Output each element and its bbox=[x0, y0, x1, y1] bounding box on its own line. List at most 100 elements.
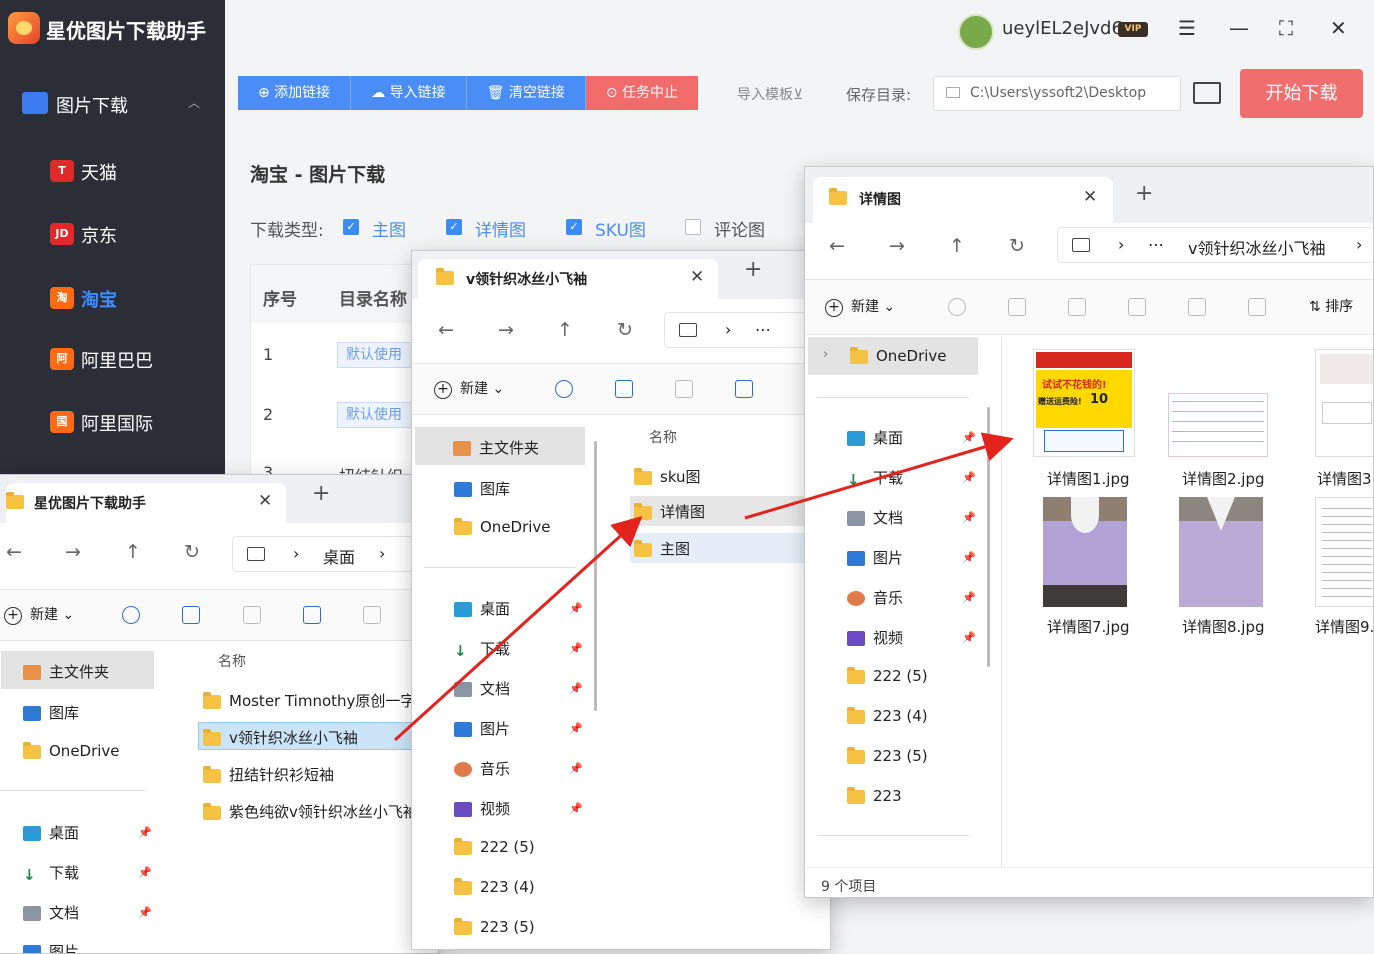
nav-item-home[interactable]: 主文件夹 bbox=[415, 427, 585, 465]
breadcrumb-desktop[interactable]: 桌面 bbox=[323, 544, 355, 568]
nav-item-folder[interactable]: 223 (4) bbox=[847, 706, 928, 725]
new-tab-icon[interactable]: + bbox=[744, 257, 762, 282]
pin-icon[interactable]: 📌 bbox=[569, 722, 583, 735]
nav-item-onedrive[interactable]: OneDrive bbox=[808, 337, 978, 375]
copy-icon[interactable] bbox=[182, 606, 200, 624]
pin-icon[interactable]: 📌 bbox=[569, 802, 583, 815]
nav-item-folder[interactable]: 223 (5) bbox=[847, 746, 928, 765]
forward-icon[interactable]: → bbox=[498, 319, 514, 341]
address-bar[interactable]: › ⋯ v领针织冰丝小飞袖 › bbox=[1057, 227, 1373, 263]
pin-icon[interactable]: 📌 bbox=[569, 762, 583, 775]
nav-item-desktop[interactable]: 桌面 bbox=[847, 427, 903, 448]
cut-icon[interactable] bbox=[122, 606, 140, 624]
tab-active[interactable]: 星优图片下载助手 ✕ bbox=[6, 483, 286, 523]
pin-icon[interactable]: 📌 bbox=[962, 591, 976, 604]
image-thumbnail[interactable]: 试试不花钱的! 赠送运费险! 10 bbox=[1033, 349, 1135, 457]
pin-icon[interactable]: 📌 bbox=[962, 431, 976, 444]
image-thumbnail[interactable] bbox=[1043, 497, 1127, 607]
rename-icon[interactable] bbox=[1128, 298, 1146, 316]
nav-item-gallery[interactable]: 图库 bbox=[454, 478, 510, 499]
image-thumbnail[interactable] bbox=[1315, 349, 1373, 457]
column-header-name[interactable]: 名称 bbox=[649, 427, 677, 447]
pin-icon[interactable]: 📌 bbox=[138, 866, 152, 879]
nav-item-documents[interactable]: 文档 bbox=[847, 507, 903, 528]
address-bar[interactable]: › 桌面 › bbox=[232, 536, 432, 572]
sidebar-item-jd[interactable]: JD 京东 bbox=[50, 220, 210, 250]
new-button[interactable]: + 新建 ⌄ bbox=[434, 378, 504, 399]
pin-icon[interactable]: 📌 bbox=[138, 906, 152, 919]
sidebar-section-image-download[interactable]: 图片下载 ︿ bbox=[22, 88, 212, 122]
back-icon[interactable]: ← bbox=[6, 541, 22, 563]
sidebar-item-alibaba[interactable]: 阿 阿里巴巴 bbox=[50, 345, 210, 375]
breadcrumb-product[interactable]: v领针织冰丝小飞袖 bbox=[1188, 235, 1325, 259]
paste-icon[interactable] bbox=[243, 606, 261, 624]
nav-item-pictures[interactable]: 图片 bbox=[23, 941, 79, 953]
pin-icon[interactable]: 📌 bbox=[962, 631, 976, 644]
nav-item-downloads[interactable]: ↓ 下载 bbox=[847, 467, 903, 489]
start-download-button[interactable]: 开始下载 bbox=[1240, 69, 1363, 118]
refresh-icon[interactable]: ↻ bbox=[1009, 235, 1025, 257]
column-header-name[interactable]: 名称 bbox=[218, 651, 246, 671]
list-item[interactable]: Moster Timnothy原创一字 bbox=[203, 690, 415, 711]
rename-icon[interactable] bbox=[735, 380, 753, 398]
image-filename[interactable]: 详情图9. bbox=[1315, 616, 1373, 637]
back-icon[interactable]: ← bbox=[829, 235, 845, 257]
image-filename[interactable]: 详情图8.jpg bbox=[1182, 616, 1265, 637]
share-icon[interactable] bbox=[363, 606, 381, 624]
up-icon[interactable]: ↑ bbox=[949, 235, 965, 257]
nav-item-music[interactable]: 音乐 bbox=[454, 758, 510, 779]
image-thumbnail[interactable] bbox=[1179, 497, 1263, 607]
nav-item-onedrive[interactable]: OneDrive bbox=[454, 517, 551, 536]
refresh-icon[interactable]: ↻ bbox=[617, 319, 633, 341]
save-path-input[interactable]: C:\Users\yssoft2\Desktop bbox=[933, 76, 1181, 111]
detail-image-checkbox[interactable]: ✓ bbox=[446, 219, 462, 235]
pin-icon[interactable]: 📌 bbox=[138, 826, 152, 839]
nav-item-folder[interactable]: 222 (5) bbox=[847, 666, 928, 685]
address-overflow-icon[interactable]: ⋯ bbox=[755, 320, 771, 339]
up-icon[interactable]: ↑ bbox=[557, 319, 573, 341]
sidebar-item-taobao[interactable]: 淘 淘宝 bbox=[50, 284, 210, 314]
sidebar-item-alibaba-intl[interactable]: 国 阿里国际 bbox=[50, 408, 210, 438]
nav-item-pictures[interactable]: 图片 bbox=[847, 547, 903, 568]
nav-item-gallery[interactable]: 图库 bbox=[23, 702, 79, 723]
nav-item-documents[interactable]: 文档 bbox=[23, 902, 79, 923]
forward-icon[interactable]: → bbox=[65, 541, 81, 563]
back-icon[interactable]: ← bbox=[438, 319, 454, 341]
stop-task-button[interactable]: ⊙ 任务中止 bbox=[585, 76, 699, 110]
delete-icon[interactable] bbox=[1248, 298, 1266, 316]
image-filename[interactable]: 详情图1.jpg bbox=[1047, 468, 1130, 489]
list-item[interactable]: sku图 bbox=[634, 466, 701, 487]
image-filename[interactable]: 详情图7.jpg bbox=[1047, 616, 1130, 637]
new-tab-icon[interactable]: + bbox=[312, 481, 330, 506]
pin-icon[interactable]: 📌 bbox=[962, 511, 976, 524]
paste-icon[interactable] bbox=[675, 380, 693, 398]
nav-item-documents[interactable]: 文档 bbox=[454, 678, 510, 699]
new-tab-icon[interactable]: + bbox=[1135, 181, 1153, 206]
nav-item-home[interactable]: 主文件夹 bbox=[1, 651, 154, 689]
nav-item-downloads[interactable]: ↓ 下载 bbox=[23, 862, 79, 884]
nav-item-videos[interactable]: 视频 bbox=[847, 627, 903, 648]
nav-item-desktop[interactable]: 桌面 bbox=[23, 822, 79, 843]
image-filename[interactable]: 详情图3. bbox=[1317, 468, 1373, 489]
address-overflow-icon[interactable]: ⋯ bbox=[1148, 235, 1164, 254]
tab-active[interactable]: v领针织冰丝小飞袖 ✕ bbox=[418, 259, 718, 299]
review-image-checkbox[interactable] bbox=[685, 219, 701, 235]
main-image-checkbox[interactable]: ✓ bbox=[343, 219, 359, 235]
nav-item-folder[interactable]: 223 bbox=[847, 786, 902, 805]
settings-sliders-icon[interactable]: ☰ bbox=[1178, 16, 1196, 40]
pin-icon[interactable]: 📌 bbox=[569, 682, 583, 695]
nav-item-pictures[interactable]: 图片 bbox=[454, 718, 510, 739]
list-item[interactable]: 紫色纯欲v领针织冰丝小飞袖 bbox=[203, 801, 418, 822]
list-item[interactable]: 主图 bbox=[630, 533, 830, 563]
nav-item-folder[interactable]: 223 (5) bbox=[454, 917, 535, 936]
image-thumbnail[interactable] bbox=[1315, 497, 1373, 607]
list-item[interactable]: 扭结针织衫短袖 bbox=[203, 764, 334, 785]
expand-chevron-icon[interactable]: › bbox=[823, 347, 828, 362]
tab-active[interactable]: 详情图 ✕ bbox=[813, 177, 1113, 223]
pin-icon[interactable]: 📌 bbox=[962, 551, 976, 564]
sort-button[interactable]: ⇅ 排序 bbox=[1309, 296, 1353, 316]
import-link-button[interactable]: ☁ 导入链接 bbox=[351, 76, 467, 110]
refresh-icon[interactable]: ↻ bbox=[184, 541, 200, 563]
maximize-icon[interactable]: ⛶ bbox=[1279, 16, 1293, 40]
nav-item-desktop[interactable]: 桌面 bbox=[454, 598, 510, 619]
